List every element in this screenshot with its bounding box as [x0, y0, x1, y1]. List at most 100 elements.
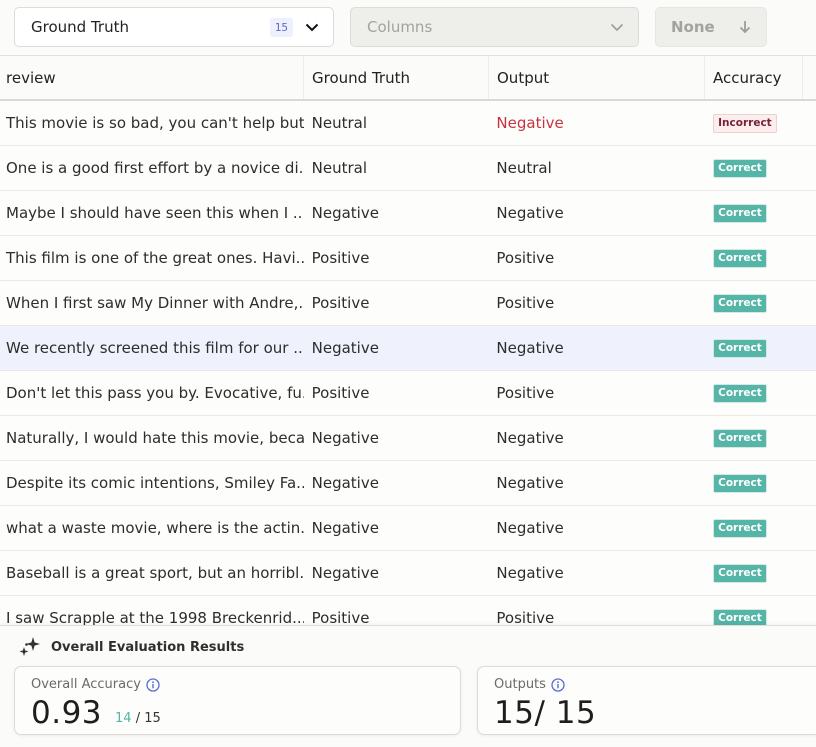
output-cell: Negative — [496, 564, 564, 582]
overall-accuracy-label-text: Overall Accuracy — [31, 677, 141, 692]
table-row[interactable]: We recently screened this film for our .… — [0, 326, 816, 371]
ground-truth-cell: Negative — [311, 429, 379, 447]
group-by-select[interactable]: Ground Truth 15 — [14, 7, 334, 47]
outputs-label-text: Outputs — [494, 677, 546, 692]
accuracy-cell: Correct — [704, 326, 816, 370]
ground-truth-cell: Negative — [311, 519, 379, 537]
table-row[interactable]: Don't let this pass you by. Evocative, f… — [0, 371, 816, 416]
overall-accuracy-fraction: 14 / 15 — [115, 711, 161, 726]
output-cell: Negative — [496, 519, 564, 537]
review-cell: Don't let this pass you by. Evocative, f… — [6, 384, 304, 402]
results-title: Overall Evaluation Results — [19, 636, 244, 658]
ground-truth-cell: Negative — [311, 204, 379, 222]
correct-badge: Correct — [713, 563, 767, 583]
output-cell: Positive — [496, 294, 555, 312]
table-header: review Ground Truth Output Accuracy — [0, 56, 816, 101]
results-table: review Ground Truth Output Accuracy This… — [0, 56, 816, 641]
arrow-down-icon — [738, 20, 752, 34]
accuracy-cell: Correct — [704, 506, 816, 550]
group-by-label: Ground Truth — [31, 18, 129, 36]
chevron-down-icon — [610, 20, 624, 34]
correct-badge: Correct — [713, 518, 767, 538]
chevron-down-icon — [305, 20, 319, 34]
review-cell: Despite its comic intentions, Smiley Fa.… — [6, 474, 304, 492]
table-row[interactable]: Baseball is a great sport, but an horrib… — [0, 551, 816, 596]
accuracy-cell: Incorrect — [704, 101, 816, 145]
overall-accuracy-label: Overall Accuracy — [31, 677, 160, 692]
review-cell: Baseball is a great sport, but an horrib… — [6, 564, 304, 582]
table-row[interactable]: what a waste movie, where is the actin..… — [0, 506, 816, 551]
review-cell: We recently screened this film for our .… — [6, 339, 304, 357]
overall-accuracy-value: 0.93 — [31, 695, 103, 731]
columns-select[interactable]: Columns — [350, 7, 639, 47]
column-header-accuracy[interactable]: Accuracy — [705, 56, 803, 99]
accuracy-cell: Correct — [704, 416, 816, 460]
table-body: This movie is so bad, you can't help but… — [0, 101, 816, 641]
table-row[interactable]: Despite its comic intentions, Smiley Fa.… — [0, 461, 816, 506]
output-cell: Negative — [496, 339, 564, 357]
output-cell: Positive — [496, 384, 555, 402]
overall-accuracy-card: Overall Accuracy 0.93 14 / 15 — [14, 666, 461, 735]
ground-truth-cell: Neutral — [311, 159, 367, 177]
info-icon[interactable] — [551, 677, 565, 692]
review-cell: Maybe I should have seen this when I ... — [6, 204, 304, 222]
correct-badge: Correct — [713, 383, 767, 403]
ground-truth-cell: Negative — [311, 339, 379, 357]
evaluation-results-panel: Overall Evaluation Results Overall Accur… — [0, 625, 816, 747]
table-row[interactable]: When I first saw My Dinner with Andre,..… — [0, 281, 816, 326]
accuracy-cell: Correct — [704, 236, 816, 280]
table-row[interactable]: This movie is so bad, you can't help but… — [0, 101, 816, 146]
review-cell: what a waste movie, where is the actin..… — [6, 519, 304, 537]
accuracy-cell: Correct — [704, 461, 816, 505]
outputs-label: Outputs — [494, 677, 565, 692]
sort-select[interactable]: None — [655, 7, 767, 47]
review-cell: When I first saw My Dinner with Andre,..… — [6, 294, 304, 312]
accuracy-cell: Correct — [704, 191, 816, 235]
info-icon[interactable] — [146, 677, 160, 692]
review-cell: This movie is so bad, you can't help but… — [6, 114, 304, 132]
output-cell: Negative — [496, 429, 564, 447]
review-cell: This film is one of the great ones. Havi… — [6, 249, 304, 267]
ground-truth-cell: Positive — [311, 249, 370, 267]
correct-count: 14 — [115, 711, 132, 726]
column-header-review[interactable]: review — [0, 56, 304, 99]
ground-truth-cell: Negative — [311, 474, 379, 492]
output-cell: Negative — [496, 204, 564, 222]
ground-truth-cell: Positive — [311, 294, 370, 312]
correct-badge: Correct — [713, 428, 767, 448]
outputs-card: Outputs 15/ 15 — [477, 666, 816, 735]
correct-badge: Correct — [713, 338, 767, 358]
review-cell: Naturally, I would hate this movie, beca… — [6, 429, 304, 447]
columns-placeholder: Columns — [367, 18, 433, 36]
column-header-output[interactable]: Output — [489, 56, 705, 99]
sparkles-icon — [19, 637, 40, 656]
output-cell: Negative — [496, 474, 564, 492]
output-cell: Neutral — [496, 159, 552, 177]
results-title-text: Overall Evaluation Results — [51, 639, 245, 655]
count-badge: 15 — [269, 17, 293, 37]
correct-badge: Correct — [713, 203, 767, 223]
outputs-value: 15/ 15 — [494, 695, 597, 731]
output-cell: Negative — [496, 114, 564, 132]
ground-truth-cell: Negative — [311, 564, 379, 582]
sort-label: None — [671, 18, 715, 36]
review-cell: One is a good first effort by a novice d… — [6, 159, 304, 177]
table-row[interactable]: This film is one of the great ones. Havi… — [0, 236, 816, 281]
accuracy-cell: Correct — [704, 371, 816, 415]
correct-badge: Correct — [713, 293, 767, 313]
table-row[interactable]: One is a good first effort by a novice d… — [0, 146, 816, 191]
accuracy-cell: Correct — [704, 551, 816, 595]
correct-badge: Correct — [713, 248, 767, 268]
table-row[interactable]: Maybe I should have seen this when I ...… — [0, 191, 816, 236]
ground-truth-cell: Neutral — [311, 114, 367, 132]
output-cell: Positive — [496, 249, 555, 267]
correct-badge: Correct — [713, 473, 767, 493]
column-header-ground-truth[interactable]: Ground Truth — [304, 56, 489, 99]
correct-badge: Correct — [713, 158, 767, 178]
toolbar: Ground Truth 15 Columns None — [0, 0, 816, 56]
ground-truth-cell: Positive — [311, 384, 370, 402]
accuracy-cell: Correct — [704, 281, 816, 325]
total-count: / 15 — [135, 711, 161, 726]
incorrect-badge: Incorrect — [713, 113, 777, 133]
table-row[interactable]: Naturally, I would hate this movie, beca… — [0, 416, 816, 461]
